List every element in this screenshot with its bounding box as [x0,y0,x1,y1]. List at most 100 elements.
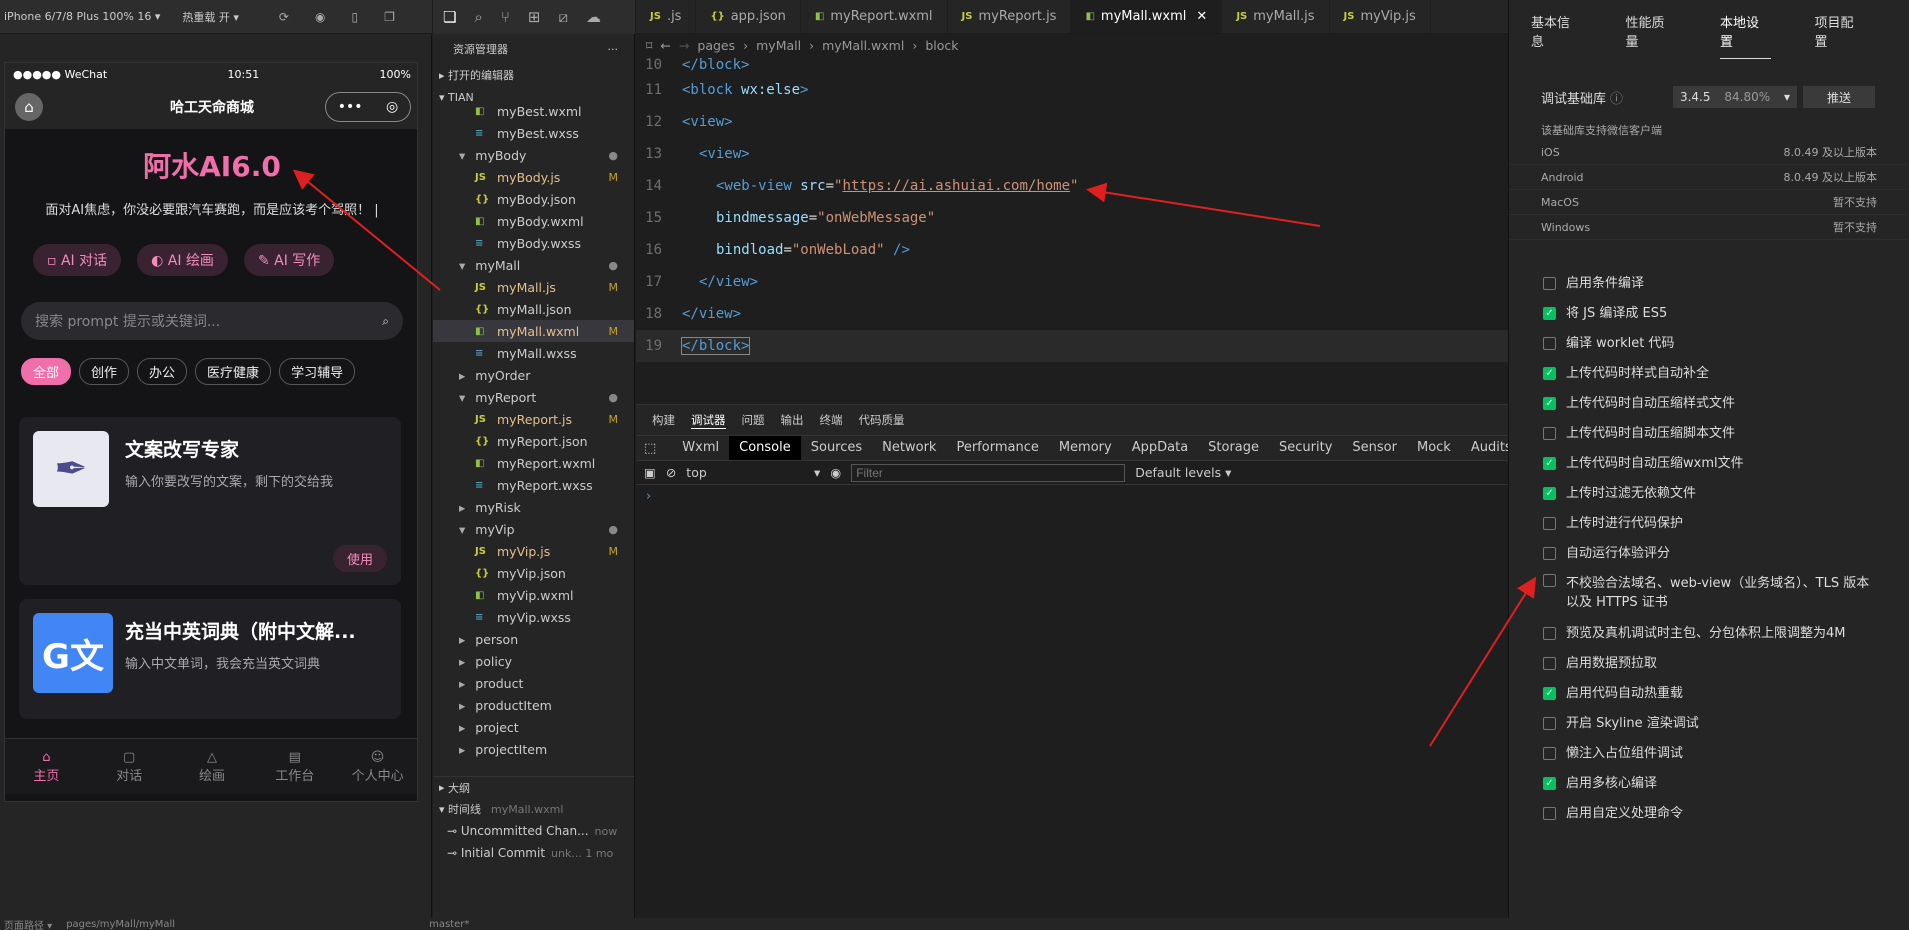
more-icon[interactable]: ··· [608,43,619,56]
checkbox-checked[interactable]: ✓ [1543,456,1556,470]
code-editor[interactable]: 10 </block> 11 <block wx:else> 12 <view> 13 <vi… [636,56,1508,362]
devtools-tab[interactable]: Network [872,436,946,460]
chip-create[interactable]: 创作 [79,358,130,385]
chip-office[interactable]: 办公 [137,358,188,385]
checkbox[interactable] [1543,626,1556,640]
extensions-icon[interactable]: ⊞ [528,8,541,26]
inspect-icon[interactable]: ⬚ [644,441,656,456]
editor-tab[interactable]: JS .js [636,0,697,33]
checkbox[interactable] [1543,656,1556,670]
phone-icon[interactable]: ▯ [351,10,358,24]
ai-draw-button[interactable]: ◐ AI 绘画 [137,244,228,276]
tab-chat[interactable]: ▢ 对话 [88,750,171,784]
panel-tab[interactable]: 问题 [742,412,765,428]
code-line[interactable]: 14 <web-view src="https://ai.ashuiai.com/… [636,170,1508,202]
panel-tab[interactable]: 代码质量 [859,412,905,428]
file-tree-item[interactable]: {} myReport.json [433,430,634,452]
open-editors-section[interactable]: ▸ 打开的编辑器 [433,64,634,86]
file-tree-item[interactable]: ▸ myOrder [433,364,634,386]
file-tree-item[interactable]: ▾ myBody ● [433,144,634,166]
devtools-tab[interactable]: AppData [1122,436,1198,460]
stop-icon[interactable]: ◉ [315,10,325,24]
file-tree-item[interactable]: ▸ product [433,672,634,694]
code-line[interactable]: 19 </block> [636,330,1508,362]
file-tree-item[interactable]: ≡ myVip.wxss [433,606,634,628]
filter-input[interactable] [851,463,1126,482]
file-tree-item[interactable]: ▸ myRisk [433,496,634,518]
files-icon[interactable]: ❏ [443,8,456,26]
crumb-pages[interactable]: pages [697,38,735,53]
setting-option[interactable]: ✓ 上传代码时自动压缩样式文件 [1509,388,1909,418]
checkbox[interactable] [1543,426,1556,440]
settings-tab[interactable]: 项目配置 [1815,4,1866,58]
refresh-icon[interactable]: ⟳ [279,10,289,24]
file-tree-item[interactable]: ▸ project [433,716,634,738]
file-tree-item[interactable]: {} myVip.json [433,562,634,584]
checkbox[interactable] [1543,716,1556,730]
chip-health[interactable]: 医疗健康 [195,358,272,385]
prompt-card[interactable]: ✒ 文案改写专家 输入你要改写的文案，剩下的交给我 使用 [19,417,401,585]
file-tree-item[interactable]: ▾ myVip ● [433,518,634,540]
checkbox[interactable] [1543,746,1556,760]
file-tree-item[interactable]: ◧ myBody.wxml [433,210,634,232]
file-tree-item[interactable]: ▾ myMall ● [433,254,634,276]
debug-icon[interactable]: ⧄ [558,8,568,26]
git-icon[interactable]: ⑂ [501,8,510,26]
close-circle-icon[interactable]: ◎ [386,99,398,115]
close-icon[interactable]: ✕ [1196,9,1207,24]
file-tree-item[interactable]: {} myMall.json [433,298,634,320]
devtools-tab[interactable]: Wxml [672,436,729,460]
help-icon[interactable]: ⓘ [1610,88,1623,107]
tab-home[interactable]: ⌂ 主页 [5,750,88,784]
checkbox-checked[interactable]: ✓ [1543,306,1556,320]
code-line[interactable]: 18 </view> [636,298,1508,330]
devtools-tab[interactable]: Mock [1407,436,1461,460]
panel-tab[interactable]: 构建 [652,412,675,428]
panel-tab[interactable]: 终端 [820,412,843,428]
clear-icon[interactable]: ⊘ [666,465,676,480]
checkbox[interactable] [1543,336,1556,350]
file-tree-item[interactable]: JS myVip.js M [433,540,634,562]
file-tree-item[interactable]: ◧ myMall.wxml M [433,320,634,342]
setting-option[interactable]: ✓ 启用多核心编译 [1509,768,1909,798]
forward-icon[interactable]: → [679,38,689,53]
code-line[interactable]: 13 <view> [636,138,1508,170]
ai-write-button[interactable]: ✎ AI 写作 [243,244,335,276]
setting-option[interactable]: 懒注入占位组件调试 [1509,738,1909,768]
code-line[interactable]: 16 bindload="onWebLoad" /> [636,234,1508,266]
checkbox-checked[interactable]: ✓ [1543,396,1556,410]
checkbox[interactable] [1543,574,1556,587]
checkbox-checked[interactable]: ✓ [1543,776,1556,790]
checkbox-checked[interactable]: ✓ [1543,486,1556,500]
file-tree-item[interactable]: ◧ myVip.wxml [433,584,634,606]
code-line[interactable]: 12 <view> [636,106,1508,138]
file-tree-item[interactable]: ▾ myReport ● [433,386,634,408]
settings-tab[interactable]: 基本信息 [1531,4,1582,58]
devtools-tab[interactable]: Memory [1049,436,1122,460]
file-tree-item[interactable]: JS myBody.js M [433,166,634,188]
setting-option[interactable]: 上传时进行代码保护 [1509,508,1909,538]
panel-tab[interactable]: 输出 [781,412,804,428]
capsule-menu[interactable]: ••• ◎ [325,92,411,122]
tab-draw[interactable]: △ 绘画 [171,750,254,784]
file-tree-item[interactable]: ▸ productItem [433,694,634,716]
file-tree-item[interactable]: ▸ policy [433,650,634,672]
levels-select[interactable]: Default levels ▾ [1135,465,1231,480]
devtools-tab[interactable]: Sensor [1342,436,1407,460]
code-line[interactable]: 10 </block> [636,56,1508,74]
checkbox[interactable] [1543,546,1556,560]
push-button[interactable]: 推送 [1803,86,1876,108]
chip-study[interactable]: 学习辅导 [279,358,356,385]
code-line[interactable]: 15 bindmessage="onWebMessage" [636,202,1508,234]
devtools-tab[interactable]: Security [1269,436,1342,460]
search-input[interactable]: 搜索 prompt 提示或关键词... [35,311,220,331]
devtools-tab[interactable]: Sources [801,436,872,460]
checkbox-checked[interactable]: ✓ [1543,366,1556,380]
setting-option[interactable]: ✓ 将 JS 编译成 ES5 [1509,298,1909,328]
setting-option[interactable]: 开启 Skyline 渲染调试 [1509,708,1909,738]
file-tree-item[interactable]: {} myBody.json [433,188,634,210]
setting-option[interactable]: 启用自定义处理命令 [1509,798,1909,828]
setting-option[interactable]: 自动运行体验评分 [1509,538,1909,568]
eye-icon[interactable]: ◉ [830,465,841,480]
setting-option[interactable]: 不校验合法域名、web-view（业务域名）、TLS 版本以及 HTTPS 证书 [1509,568,1909,618]
